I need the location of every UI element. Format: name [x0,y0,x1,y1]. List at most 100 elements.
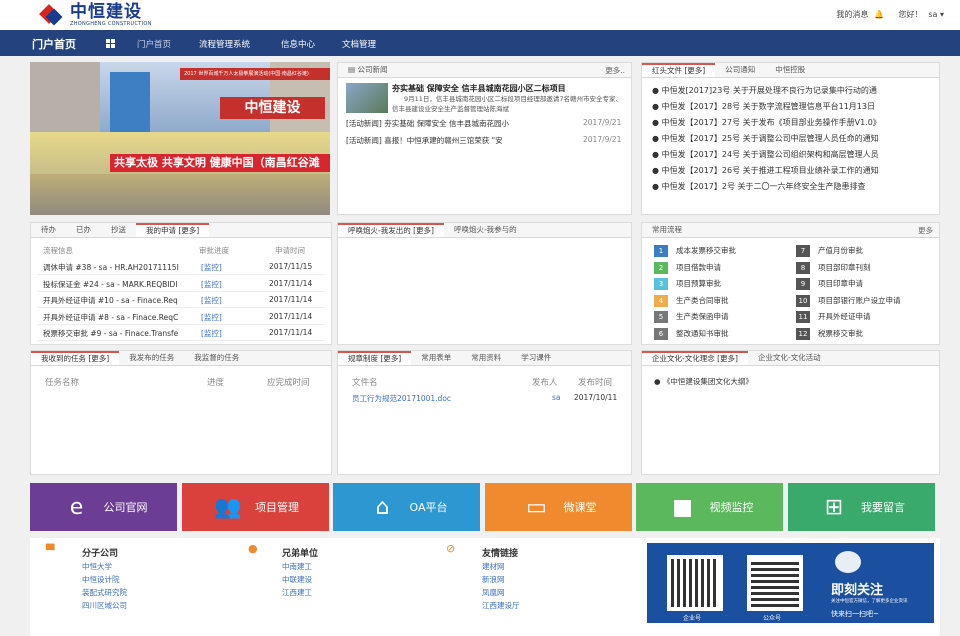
monitor-link[interactable]: [监控] [201,312,222,323]
tab-tasks-received[interactable]: 我收到的任务 [更多] [31,351,120,365]
flow-item[interactable]: 5 生产类保函申请 [654,311,794,323]
nav-item-docs[interactable]: 文档管理 [342,38,376,50]
messages-link[interactable]: 我的消息 [836,9,868,20]
col-header-task: 任务名称 [45,378,80,388]
flow-item[interactable]: 12 税票移交审批 [796,327,936,340]
tab-holding[interactable]: 中恒控股 [765,63,815,77]
notice-item[interactable]: ● 中恒发【2017】28号 关于数字流程管理信息平台11月13日 [652,101,934,112]
news-item[interactable]: [活动新闻] 喜报！中恒承建的赣州三馆荣获 "安 [346,135,566,146]
flow-item[interactable]: 2 项目借款申请 [654,261,794,274]
flows-more-link[interactable]: 更多 [918,225,933,236]
tile-4[interactable]: ■ 视频监控 [636,483,783,531]
flow-item[interactable]: 6 整改通知书审批 [654,327,794,340]
footer-link[interactable]: 江西建设厅 [482,599,520,612]
apply-row-info[interactable]: 投标保证金 #24 - sa - MARK.REQBIDI [43,279,193,290]
tab-tasks-published[interactable]: 我发布的任务 [119,351,184,365]
notice-item[interactable]: ● 中恒发【2017】27号 关于发布《项目部业务操作手册V1.0》 [652,117,934,128]
monitor-link[interactable]: [监控] [201,262,222,273]
scan-text: 快来扫一扫吧~ [831,610,879,618]
apply-row-time: 2017/11/14 [269,311,313,321]
flow-item[interactable]: 4 生产类合同审批 [654,294,794,307]
news-thumbnail[interactable] [346,83,388,113]
row-divider [37,290,325,292]
news-item[interactable]: [活动新闻] 夯实基础 保障安全 信丰县城南花园小 [346,118,566,129]
nav-portal-home[interactable]: 门户首页 [32,36,76,52]
apply-row-info[interactable]: 开具外经证申请 #8 - sa - Finace.ReqC [43,312,193,323]
rule-date: 2017/10/11 [574,393,618,402]
monitor-link[interactable]: [监控] [201,328,222,339]
apply-row-info[interactable]: 调休申请 #38 - sa - HR.AH20171115I [43,262,193,273]
tile-2[interactable]: ⌂ OA平台 [333,483,480,531]
tab-calls-sent[interactable]: 呼唤炮火-我发出的 [更多] [338,223,444,237]
footer-link[interactable]: 中南建工 [282,560,312,573]
company-logo[interactable]: 中恒建设 ZHONGHENG CONSTRUCTION [38,2,152,28]
flow-item[interactable]: 3 项目预算审批 [654,278,794,290]
tab-done[interactable]: 已办 [66,223,101,237]
tile-0[interactable]: e 公司官网 [30,483,177,531]
common-flows-title: 常用流程 [652,225,682,234]
nav-item-portal[interactable]: 门户首页 [137,38,171,50]
person-icon: ● [248,542,258,555]
banner-image[interactable]: 2017 世界百城千万人太极拳展演活动(中国·南昌红谷滩) 中恒建设 共享太极 … [30,62,330,215]
tile-1[interactable]: 👥 项目管理 [181,483,329,531]
monitor-link[interactable]: [监控] [201,279,222,290]
footer-link[interactable]: 中恒大学 [82,560,127,573]
nav-item-workflow[interactable]: 流程管理系统 [199,38,250,50]
company-news-header: ▤ 公司新闻 更多.. [338,63,631,78]
tab-rules[interactable]: 规章制度 [更多] [338,351,412,365]
notice-item[interactable]: ● 中恒发【2017】24号 关于调整公司组织架构和高层管理人员 [652,149,934,160]
monitor-icon: ▭ [526,494,547,520]
tile-3[interactable]: ▭ 微课堂 [484,483,632,531]
footer-link[interactable]: 江西建工 [282,586,312,599]
tab-my-apply[interactable]: 我的申请 [更多] [136,223,210,237]
tab-red-files[interactable]: 红头文件 [更多] [642,63,716,77]
tab-tasks-supervised[interactable]: 我监督的任务 [184,351,249,365]
footer-link[interactable]: 四川区域公司 [82,599,127,612]
notice-item[interactable]: ● 中恒发【2017】25号 关于调整公司中层管理人员任命的通知 [652,133,934,144]
footer-link[interactable]: 新浪网 [482,573,520,586]
bell-icon[interactable]: 🔔 [874,10,884,19]
tab-culture-activity[interactable]: 企业文化-文化活动 [748,351,831,365]
notice-item[interactable]: ● 中恒发【2017】26号 关于推进工程项目业绩补录工作的通知 [652,165,934,176]
nav-item-info-center[interactable]: 信息中心 [281,38,315,50]
news-more-link[interactable]: 更多.. [605,65,625,76]
user-menu[interactable]: sa ▾ [928,10,944,19]
flow-item[interactable]: 1 成本发票移交审批 [654,245,794,257]
rule-file-link[interactable]: 员工行为规范20171001.doc [352,393,451,404]
flow-item[interactable]: 11 开具外经证申请 [796,311,936,323]
tab-todo[interactable]: 待办 [31,223,66,237]
news-date: 2017/9/21 [583,135,622,144]
col-header-time: 申请时间 [275,246,305,255]
tab-calls-joined[interactable]: 呼唤炮火-我参与的 [444,223,527,237]
common-flows-panel: 常用流程 更多 1 成本发票移交审批 2 项目借款申请 3 项目预算审批 4 生产类合同审批 5… [641,222,940,345]
culture-panel: 企业文化-文化理念 [更多] 企业文化-文化活动 ● 《中恒建设集团文化大纲》 [641,350,940,475]
tab-forms[interactable]: 常用表单 [411,351,461,365]
col-header-pubdate: 发布时间 [578,378,613,388]
news-featured-title[interactable]: 夯实基础 保障安全 信丰县城南花园小区二标项目 [392,83,628,94]
apply-row-info[interactable]: 税票移交审批 #9 - sa - Finace.Transfe [43,328,193,339]
tab-courseware[interactable]: 学习课件 [511,351,561,365]
notice-item[interactable]: ● 中恒发【2017】2号 关于二〇一六年终安全生产隐患排查 [652,181,934,192]
footer-link[interactable]: 装配式研究院 [82,586,127,599]
footer-link[interactable]: 建材网 [482,560,520,573]
tab-cc[interactable]: 抄送 [101,223,136,237]
flow-item[interactable]: 7 产值月份审批 [796,245,936,257]
footer-link[interactable]: 中联建设 [282,573,312,586]
tab-company-notice[interactable]: 公司通知 [715,63,765,77]
tab-materials[interactable]: 常用资料 [461,351,511,365]
flow-item[interactable]: 8 项目部印章刊刻 [796,261,936,274]
culture-item[interactable]: ● 《中恒建设集团文化大纲》 [654,376,753,387]
tile-5[interactable]: ⊞ 我要留言 [787,483,935,531]
follow-subtext: 关注中恒官方微信，了解更多企业资讯 [831,599,908,604]
follow-text: 即刻关注 [831,583,884,598]
logo-subtext: ZHONGHENG CONSTRUCTION [70,21,152,27]
flow-item[interactable]: 10 项目部银行账户设立申请 [796,294,936,307]
tab-culture-idea[interactable]: 企业文化-文化理念 [更多] [642,351,748,365]
footer-link[interactable]: 凤凰网 [482,586,520,599]
apply-row-info[interactable]: 开具外经证申请 #10 - sa - Finace.Req [43,295,193,306]
grid-menu-icon[interactable] [106,39,116,48]
flow-item[interactable]: 9 项目印章申请 [796,278,936,290]
footer-link[interactable]: 中恒设计院 [82,573,127,586]
monitor-link[interactable]: [监控] [201,295,222,306]
notice-item[interactable]: ● 中恒发[2017]23号 关于开展处理不良行为记录集中行动的通 [652,85,934,96]
